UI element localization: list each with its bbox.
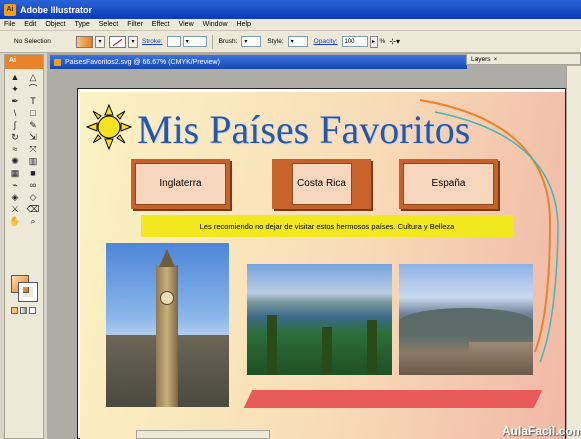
style-picker[interactable]: ▾ — [287, 36, 308, 47]
eyedropper-tool-icon[interactable]: ⌁ — [7, 180, 23, 191]
opacity-label[interactable]: Opacity: — [314, 38, 338, 45]
clock-face — [160, 291, 174, 305]
pencil-tool-icon[interactable]: ✎ — [25, 120, 41, 131]
document-tab[interactable]: PaisesFavoritos2.svg @ 66.67% (CMYK/Prev… — [50, 55, 467, 69]
fill-dropdown[interactable]: ▾ — [95, 35, 105, 48]
document-title: PaisesFavoritos2.svg @ 66.67% (CMYK/Prev… — [65, 58, 220, 66]
panel-dock — [566, 66, 581, 439]
opacity-field[interactable]: 100 — [341, 36, 368, 47]
lasso-tool-icon[interactable]: ⌒ — [25, 84, 41, 95]
layers-panel-tab[interactable]: Layers × — [466, 53, 581, 65]
color-mode-buttons — [11, 307, 36, 314]
rectangle-tool-icon[interactable]: □ — [25, 108, 41, 119]
line-tool-icon[interactable]: \ — [7, 108, 23, 119]
mountains — [399, 308, 533, 336]
stroke-dropdown[interactable]: ▾ — [128, 35, 138, 48]
espana-button[interactable]: España — [399, 159, 498, 209]
menubar: File Edit Object Type Select Filter Effe… — [0, 19, 581, 31]
palm-tree — [367, 320, 377, 375]
mesh-tool-icon[interactable]: ▦ — [7, 168, 23, 179]
pen-tool-icon[interactable]: ✒ — [7, 96, 23, 107]
free-transform-tool-icon[interactable]: ⤧ — [25, 144, 41, 155]
layers-tab-label: Layers — [471, 55, 491, 63]
stroke-label[interactable]: Stroke: — [142, 38, 163, 45]
menu-view[interactable]: View — [179, 21, 194, 28]
recolor-artwork-icon[interactable]: ⊹▾ — [389, 37, 400, 46]
clock-tower — [156, 249, 178, 407]
sun-icon — [86, 104, 132, 150]
selection-tool-icon[interactable]: ▲ — [7, 72, 23, 83]
selection-status: No Selection — [14, 38, 51, 45]
eraser-tool-icon[interactable]: ⌫ — [25, 204, 41, 215]
graph-tool-icon[interactable]: ▥ — [25, 156, 41, 167]
style-label: Style: — [267, 38, 284, 45]
page-title: Mis Países Favoritos — [137, 107, 471, 152]
control-bar: No Selection ▾ ▾ Stroke: ▾ Brush: ▾ Styl… — [0, 31, 581, 53]
artwork[interactable]: Mis Países Favoritos Inglaterra Costa Ri… — [80, 92, 565, 439]
subtitle-banner: Les recomiendo no dejar de visitar estos… — [141, 215, 513, 237]
live-paint-selection-tool-icon[interactable]: ◇ — [25, 192, 41, 203]
type-tool-icon[interactable]: T — [25, 96, 41, 107]
costa-rica-button[interactable]: Costa Rica — [272, 159, 371, 209]
window-titlebar: Ai Adobe Illustrator — [0, 0, 581, 19]
symbol-sprayer-tool-icon[interactable]: ✺ — [7, 156, 23, 167]
blend-tool-icon[interactable]: ∞ — [25, 180, 41, 191]
menu-effect[interactable]: Effect — [152, 21, 170, 28]
gradient-tool-icon[interactable]: ■ — [25, 168, 41, 179]
separator — [211, 34, 213, 49]
opacity-unit: % — [379, 38, 386, 45]
menu-file[interactable]: File — [4, 21, 15, 28]
scale-tool-icon[interactable]: ⇲ — [25, 132, 41, 143]
menu-select[interactable]: Select — [99, 21, 118, 28]
slice-tool-icon[interactable]: ⚔ — [7, 204, 23, 215]
illustrator-app-icon: Ai — [4, 3, 16, 16]
stroke-color-box[interactable] — [18, 282, 38, 302]
paintbrush-tool-icon[interactable]: ∫ — [7, 120, 23, 131]
color-mode-button[interactable] — [11, 307, 18, 314]
menu-help[interactable]: Help — [237, 21, 251, 28]
rotate-tool-icon[interactable]: ↻ — [7, 132, 23, 143]
floating-panel-stub[interactable] — [136, 430, 270, 439]
stroke-weight-field[interactable] — [166, 36, 181, 47]
watermark: AulaFacil.com — [502, 424, 581, 438]
stroke-swatch[interactable] — [109, 35, 126, 48]
brush-label: Brush: — [218, 38, 238, 45]
fill-swatch[interactable] — [76, 35, 93, 48]
magic-wand-tool-icon[interactable]: ✦ — [7, 84, 23, 95]
direct-selection-tool-icon[interactable]: △ — [25, 72, 41, 83]
decorative-red-bar — [243, 390, 543, 408]
espana-button-label: España — [403, 163, 494, 205]
inglaterra-button[interactable]: Inglaterra — [131, 159, 230, 209]
window-title: Adobe Illustrator — [20, 4, 93, 15]
toolbox: Ai ▲ △ ✦ ⌒ ✒ T \ □ ∫ ✎ ↻ ⇲ ≈ ⤧ ✺ ▥ ▦ ■ ⌁ ∞ ◈ ◇ ⚔ ⌫ ✋ ⌕ — [4, 54, 44, 439]
inglaterra-button-label: Inglaterra — [135, 163, 226, 205]
live-paint-tool-icon[interactable]: ◈ — [7, 192, 23, 203]
brush-picker[interactable]: ▾ — [241, 36, 262, 47]
warp-tool-icon[interactable]: ≈ — [7, 144, 23, 155]
big-ben-photo[interactable] — [106, 243, 229, 407]
costa-rica-button-label: Costa Rica — [291, 163, 352, 205]
costa-rica-photo[interactable] — [247, 264, 392, 375]
menu-type[interactable]: Type — [75, 21, 90, 28]
document-icon — [54, 58, 61, 66]
menu-object[interactable]: Object — [45, 21, 65, 28]
zoom-tool-icon[interactable]: ⌕ — [25, 216, 41, 227]
stroke-weight-dropdown[interactable]: ▾ — [182, 36, 207, 47]
close-icon[interactable]: × — [494, 56, 498, 63]
none-mode-button[interactable] — [29, 307, 36, 314]
palm-tree — [322, 327, 332, 375]
town-buildings — [469, 342, 533, 375]
opacity-dropdown[interactable]: ▸ — [369, 35, 378, 48]
tools-grid: ▲ △ ✦ ⌒ ✒ T \ □ ∫ ✎ ↻ ⇲ ≈ ⤧ ✺ ▥ ▦ ■ ⌁ ∞ ◈ ◇ ⚔ ⌫ ✋ ⌕ — [5, 69, 43, 230]
espana-photo[interactable] — [399, 264, 533, 375]
menu-filter[interactable]: Filter — [127, 21, 143, 28]
gradient-mode-button[interactable] — [20, 307, 27, 314]
menu-edit[interactable]: Edit — [24, 21, 36, 28]
fill-stroke-indicator[interactable] — [11, 275, 38, 302]
hand-tool-icon[interactable]: ✋ — [7, 216, 23, 227]
palm-tree — [267, 315, 277, 375]
menu-window[interactable]: Window — [203, 21, 228, 28]
toolbox-header: Ai — [5, 55, 43, 69]
